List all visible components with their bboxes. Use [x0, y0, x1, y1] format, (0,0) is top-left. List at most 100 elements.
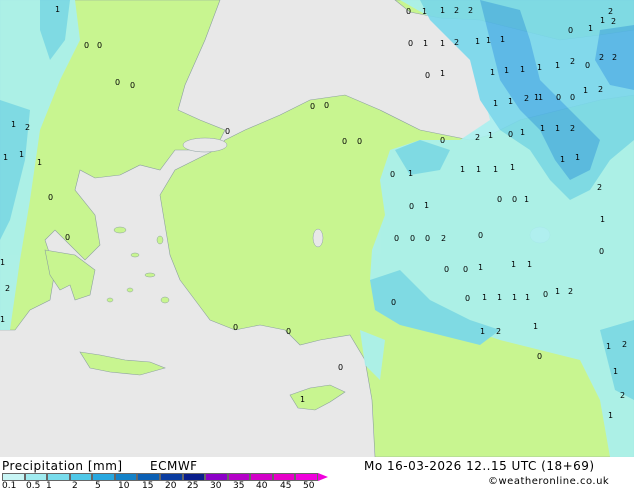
colorbar-swatch — [160, 473, 183, 481]
map-value: 0 — [225, 127, 230, 136]
map-value: 1 — [527, 260, 532, 269]
map-value: 1 — [520, 128, 525, 137]
map-value: 2 — [608, 7, 613, 16]
map-value: 1 — [555, 287, 560, 296]
footer-credit: ©weatheronline.co.uk — [488, 476, 610, 487]
map-value: 2 — [599, 53, 604, 62]
colorbar-swatch — [47, 473, 70, 481]
map-value: 0 — [556, 93, 561, 102]
map-value: 2 — [611, 17, 616, 26]
map-value: 1 — [490, 68, 495, 77]
map-value: 0 — [570, 93, 575, 102]
map-value: 0 — [444, 265, 449, 274]
map-value: 1 — [588, 24, 593, 33]
colorbar-swatch — [182, 473, 206, 481]
map-value: 1 — [525, 293, 530, 302]
map-value: 1 — [520, 65, 525, 74]
colorbar-swatch — [69, 473, 93, 481]
map-value: 1 — [460, 165, 465, 174]
map-value: 0 — [568, 26, 573, 35]
footer-model: ECMWF — [150, 459, 198, 473]
map-value: 1 — [37, 158, 42, 167]
map-value: 2 — [5, 284, 10, 293]
map-value: 0 — [497, 195, 502, 204]
map-value: 1 — [440, 69, 445, 78]
map-value: 1 — [504, 66, 509, 75]
map-value: 0 — [409, 202, 414, 211]
map-value: 1 — [583, 86, 588, 95]
map-value: 1 — [424, 201, 429, 210]
map-value: 1 — [613, 367, 618, 376]
colorbar-swatch — [2, 473, 25, 481]
map-value: 1 — [508, 97, 513, 106]
map-value: 2 — [612, 53, 617, 62]
map-value: 1 — [475, 37, 480, 46]
map-value: 0 — [410, 234, 415, 243]
map-footer: Precipitation [mm] ECMWF Mo 16-03-2026 1… — [0, 457, 634, 491]
map-value: 0 — [543, 290, 548, 299]
map-value: 1 — [423, 39, 428, 48]
colorbar-swatch — [205, 473, 228, 481]
map-value: 1 — [408, 169, 413, 178]
map-value: 0 — [440, 136, 445, 145]
map-value: 1 — [493, 165, 498, 174]
map-value: 2 — [468, 6, 473, 15]
map-value: 0 — [391, 298, 396, 307]
map-value: 1 — [55, 5, 60, 14]
map-value: 2 — [570, 57, 575, 66]
map-value: 0 — [286, 327, 291, 336]
colorbar-swatch — [295, 473, 318, 481]
map-value: 1 — [537, 63, 542, 72]
footer-title: Precipitation [mm] — [2, 459, 123, 473]
map-value: 0 — [338, 363, 343, 372]
map-value: 1 — [478, 263, 483, 272]
map-value: 0 — [408, 39, 413, 48]
map-value: 0 — [324, 101, 329, 110]
map-value: 1 — [540, 124, 545, 133]
precipitation-map: 0 1 1 2 2 0 1 1 2 2 1 1 0 1 1 2 1 0 2 2 … — [0, 0, 634, 457]
map-value: 2 — [597, 183, 602, 192]
map-value: 0 — [406, 7, 411, 16]
map-value: 0 — [65, 233, 70, 242]
map-value: 1 — [512, 293, 517, 302]
map-value: 1 — [533, 322, 538, 331]
map-value: 1 — [500, 35, 505, 44]
map-value: 1 — [606, 342, 611, 351]
map-value: 0 — [97, 41, 102, 50]
map-value: 1 — [560, 155, 565, 164]
map-value: 1 — [600, 215, 605, 224]
map-value: 1 — [422, 7, 427, 16]
map-value: 2 — [568, 287, 573, 296]
map-value: 1 — [482, 293, 487, 302]
map-value: 1 — [493, 99, 498, 108]
map-value: 1 — [511, 260, 516, 269]
map-value: 1 — [575, 153, 580, 162]
map-value: 1 — [440, 6, 445, 15]
map-value: 1 — [0, 258, 5, 267]
map-value: 0 — [130, 81, 135, 90]
map-value: 0 — [357, 137, 362, 146]
map-value: 1 — [555, 124, 560, 133]
map-value: 2 — [475, 133, 480, 142]
map-value: 1 — [3, 153, 8, 162]
map-value: 1 — [524, 195, 529, 204]
map-value: 1 — [510, 163, 515, 172]
map-value: 2 — [25, 123, 30, 132]
map-value: 2 — [496, 327, 501, 336]
map-value: 0 — [310, 102, 315, 111]
map-value: 1 — [538, 93, 543, 102]
map-value: 0 — [537, 352, 542, 361]
map-value: 1 — [600, 16, 605, 25]
colorbar-swatch — [272, 473, 296, 481]
colorbar-swatch — [114, 473, 138, 481]
lake-tuz — [312, 228, 324, 248]
colorbar-arrow — [318, 473, 328, 481]
colorbar-swatch — [250, 473, 273, 481]
map-value: 0 — [512, 195, 517, 204]
map-value: 0 — [465, 294, 470, 303]
map-value: 0 — [48, 193, 53, 202]
colorbar-swatch — [137, 473, 160, 481]
precipitation-colorbar — [2, 473, 328, 481]
map-value: 1 — [300, 395, 305, 404]
map-value: 1 — [497, 293, 502, 302]
